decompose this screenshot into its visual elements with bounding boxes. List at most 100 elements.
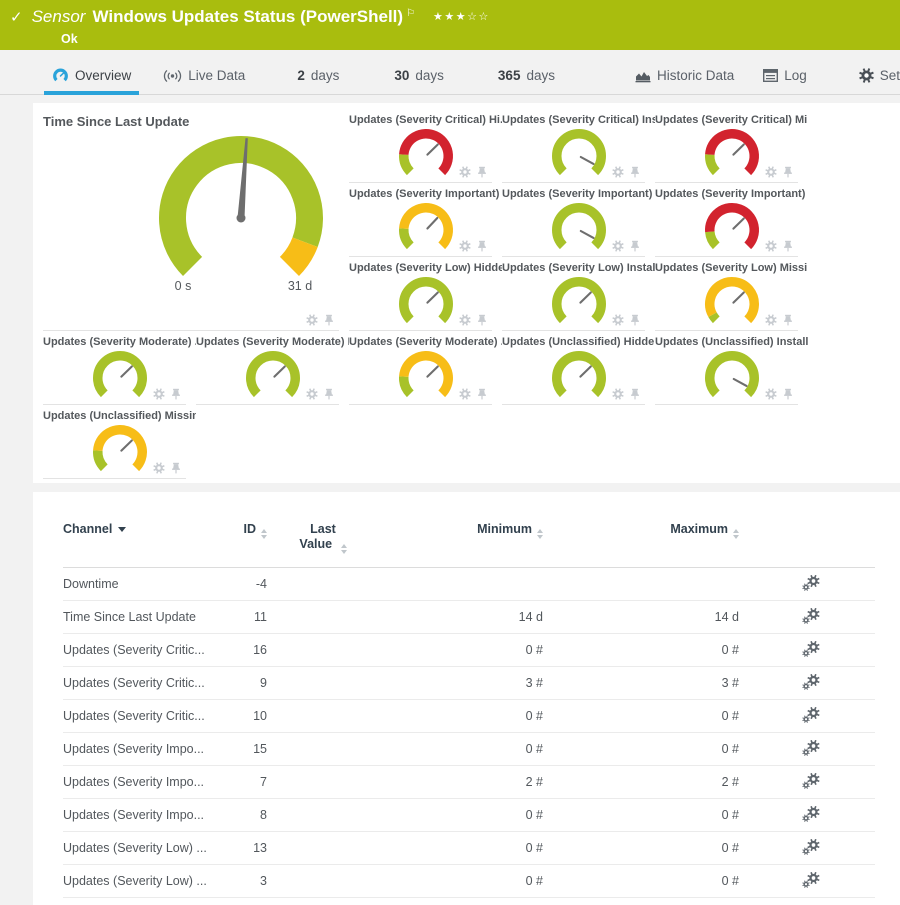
tab-bar: Overview Live Data 2days 30days 365days Histo… xyxy=(0,50,900,95)
gauge-tile: Updates (Severity Critical) Hi... xyxy=(349,113,502,187)
gear-icon[interactable] xyxy=(612,240,624,252)
pin-icon[interactable] xyxy=(323,314,335,326)
tab-30-days[interactable]: 30days xyxy=(392,68,446,94)
pin-icon[interactable] xyxy=(782,314,794,326)
pin-icon[interactable] xyxy=(782,388,794,400)
pin-icon[interactable] xyxy=(170,388,182,400)
channel-last-value-cell xyxy=(273,766,373,799)
prtg-sensor-page: ✓ Sensor Windows Updates Status (PowerSh… xyxy=(0,0,900,905)
priority-stars[interactable]: ★★★☆☆ xyxy=(433,10,490,23)
tab-label: Settings xyxy=(880,68,900,83)
channel-settings-gears-icon[interactable] xyxy=(802,806,820,822)
pin-icon[interactable] xyxy=(476,314,488,326)
channel-name-cell[interactable]: Time Since Last Update xyxy=(63,601,228,634)
channel-maximum-cell: 0 # xyxy=(543,865,739,898)
channel-settings-gears-icon[interactable] xyxy=(802,608,820,624)
table-row: Updates (Severity Low) ...130 #0 # xyxy=(63,832,875,865)
gear-icon[interactable] xyxy=(765,314,777,326)
pin-icon[interactable] xyxy=(476,240,488,252)
pin-icon[interactable] xyxy=(629,314,641,326)
channel-settings-gears-icon[interactable] xyxy=(802,674,820,690)
sort-arrows-icon xyxy=(261,529,267,539)
channel-minimum-cell: 0 # xyxy=(373,634,543,667)
gear-icon[interactable] xyxy=(459,166,471,178)
channel-name-cell[interactable]: Updates (Severity Critic... xyxy=(63,667,228,700)
gear-icon[interactable] xyxy=(765,240,777,252)
channel-maximum-cell: 0 # xyxy=(543,799,739,832)
pin-icon[interactable] xyxy=(782,166,794,178)
gear-icon[interactable] xyxy=(765,166,777,178)
gauge-title: Updates (Unclassified) Install... xyxy=(655,335,808,349)
pin-icon[interactable] xyxy=(629,240,641,252)
gauge-tile: Updates (Severity Important) ... xyxy=(502,187,655,261)
channel-name-cell[interactable]: Updates (Severity Low) ... xyxy=(63,865,228,898)
channel-settings-gears-icon[interactable] xyxy=(802,641,820,657)
pin-icon[interactable] xyxy=(782,240,794,252)
channel-last-value-cell xyxy=(273,634,373,667)
channel-name-cell[interactable]: Updates (Severity Impo... xyxy=(63,799,228,832)
tab-overview[interactable]: Overview xyxy=(50,68,133,94)
gauge-tile: Updates (Severity Moderate) I... xyxy=(196,335,349,409)
channel-settings-gears-icon[interactable] xyxy=(802,839,820,855)
channel-settings-gears-icon[interactable] xyxy=(802,872,820,888)
gauge-tile: Updates (Severity Low) Hidden xyxy=(349,261,502,335)
table-row: Updates (Severity Impo...80 #0 # xyxy=(63,799,875,832)
gauge-tile: Updates (Severity Moderate) ... xyxy=(349,335,502,409)
channel-last-value-cell xyxy=(273,832,373,865)
gear-icon[interactable] xyxy=(306,314,318,326)
channel-maximum-cell: 14 d xyxy=(543,601,739,634)
gauge-title: Updates (Severity Critical) Hi... xyxy=(349,113,502,127)
gear-icon[interactable] xyxy=(765,388,777,400)
column-header-channel[interactable]: Channel xyxy=(63,522,228,568)
gear-icon[interactable] xyxy=(612,314,624,326)
tab-label: days xyxy=(415,68,444,83)
channel-name-cell[interactable]: Updates (Severity Low) ... xyxy=(63,832,228,865)
pin-icon[interactable] xyxy=(476,166,488,178)
tab-live-data[interactable]: Live Data xyxy=(161,68,247,94)
gear-icon[interactable] xyxy=(459,240,471,252)
pin-icon[interactable] xyxy=(170,462,182,474)
channel-name-cell[interactable]: Updates (Severity Critic... xyxy=(63,700,228,733)
column-header-last-value[interactable]: LastValue xyxy=(273,522,373,568)
channel-maximum-cell: 2 # xyxy=(543,766,739,799)
column-header-id[interactable]: ID xyxy=(228,522,273,568)
gear-icon[interactable] xyxy=(153,388,165,400)
channel-settings-gears-icon[interactable] xyxy=(802,773,820,789)
pin-icon[interactable] xyxy=(629,388,641,400)
channel-name-cell[interactable]: Updates (Severity Impo... xyxy=(63,766,228,799)
gauge-tile: Updates (Severity Low) Install... xyxy=(502,261,655,335)
gear-icon[interactable] xyxy=(612,166,624,178)
gauge-title: Updates (Severity Important) ... xyxy=(349,187,502,201)
channel-settings-gears-icon[interactable] xyxy=(802,707,820,723)
tab-settings[interactable]: Settings xyxy=(857,68,900,94)
channel-name-cell[interactable]: Updates (Severity Impo... xyxy=(63,733,228,766)
gear-icon[interactable] xyxy=(459,314,471,326)
channel-minimum-cell: 2 # xyxy=(373,766,543,799)
channel-name-cell[interactable]: Downtime xyxy=(63,568,228,601)
channel-settings-gears-icon[interactable] xyxy=(802,740,820,756)
pin-icon[interactable] xyxy=(323,388,335,400)
table-row: Updates (Severity Critic...93 #3 # xyxy=(63,667,875,700)
channel-name-cell[interactable]: Updates (Severity Critic... xyxy=(63,634,228,667)
pin-icon[interactable] xyxy=(629,166,641,178)
channel-minimum-cell: 0 # xyxy=(373,799,543,832)
gauges-panel: Time Since Last Update 0 s31 d Updates (… xyxy=(33,103,900,483)
table-row: Time Since Last Update1114 d14 d xyxy=(63,601,875,634)
gear-icon[interactable] xyxy=(459,388,471,400)
table-row: Updates (Severity Critic...100 #0 # xyxy=(63,700,875,733)
column-header-actions xyxy=(739,522,875,568)
tab-log[interactable]: Log xyxy=(761,68,809,94)
pin-icon[interactable] xyxy=(476,388,488,400)
column-header-maximum[interactable]: Maximum xyxy=(543,522,739,568)
channel-settings-gears-icon[interactable] xyxy=(802,575,820,591)
gear-icon[interactable] xyxy=(153,462,165,474)
gear-icon[interactable] xyxy=(612,388,624,400)
channel-last-value-cell xyxy=(273,568,373,601)
gear-icon[interactable] xyxy=(306,388,318,400)
tab-2-days[interactable]: 2days xyxy=(295,68,341,94)
tab-365-days[interactable]: 365days xyxy=(496,68,557,94)
column-header-minimum[interactable]: Minimum xyxy=(373,522,543,568)
tab-historic-data[interactable]: Historic Data xyxy=(633,68,736,94)
priority-flag-icon[interactable]: ⚐ xyxy=(406,8,415,19)
gauge-title: Time Since Last Update xyxy=(43,113,349,130)
